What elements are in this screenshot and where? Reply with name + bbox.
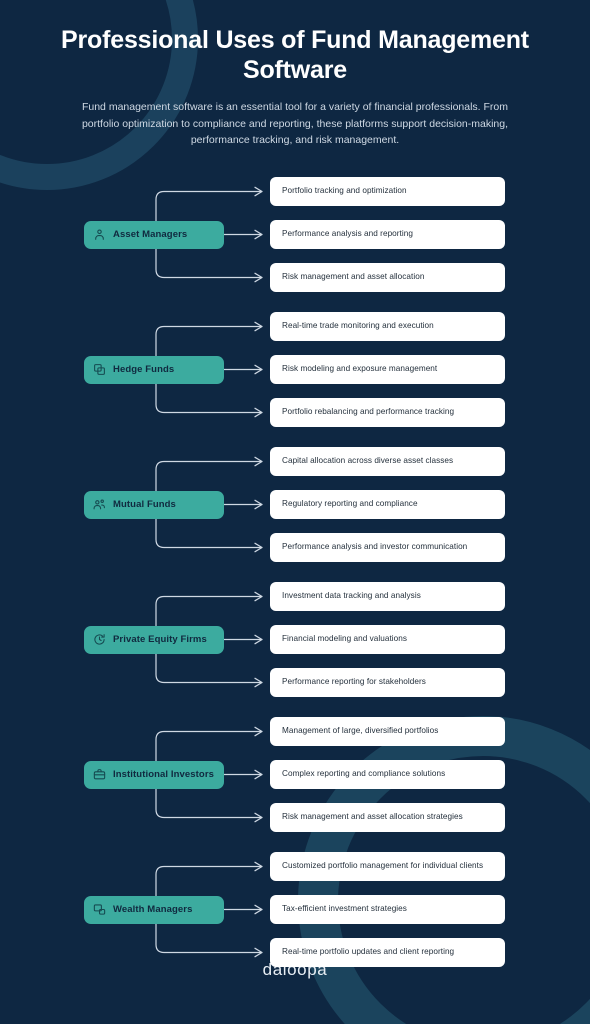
use-case-card-text: Risk modeling and exposure management (282, 363, 438, 373)
use-case-card[interactable]: Management of large, diversified portfol… (270, 716, 505, 746)
group-people-icon (93, 498, 106, 511)
use-case-card[interactable]: Tax-efficient investment strategies (270, 894, 505, 924)
use-case-card[interactable]: Risk management and asset allocation str… (270, 802, 505, 832)
use-case-card-text: Portfolio tracking and optimization (282, 185, 407, 195)
use-case-card[interactable]: Real-time portfolio updates and client r… (270, 937, 505, 967)
use-case-card-text: Risk management and asset allocation str… (282, 811, 463, 821)
group-inner: Asset Managers Portfolio tracking and opt… (0, 175, 590, 310)
group-list: Asset Managers Portfolio tracking and opt… (0, 175, 590, 985)
group-institutional-investors: Institutional Investors Management of lar… (0, 715, 590, 850)
use-case-card[interactable]: Portfolio tracking and optimization (270, 176, 505, 206)
category-pill-label: Mutual Funds (113, 499, 176, 511)
use-case-card-text: Real-time portfolio updates and client r… (282, 946, 455, 956)
use-case-card[interactable]: Risk modeling and exposure management (270, 354, 505, 384)
use-case-card[interactable]: Financial modeling and valuations (270, 624, 505, 654)
category-pill-private-equity-firms[interactable]: Private Equity Firms (84, 625, 224, 654)
use-case-card-text: Complex reporting and compliance solutio… (282, 768, 446, 778)
category-pill-institutional-investors[interactable]: Institutional Investors (84, 760, 224, 789)
use-case-card[interactable]: Capital allocation across diverse asset … (270, 446, 505, 476)
group-inner: Institutional Investors Management of lar… (0, 715, 590, 850)
person-user-icon (93, 228, 106, 241)
group-inner: Hedge Funds Real-time trade monitoring an… (0, 310, 590, 445)
use-case-card-text: Regulatory reporting and compliance (282, 498, 418, 508)
use-case-card[interactable]: Regulatory reporting and compliance (270, 489, 505, 519)
use-case-card[interactable]: Investment data tracking and analysis (270, 581, 505, 611)
category-pill-asset-managers[interactable]: Asset Managers (84, 220, 224, 249)
group-mutual-funds: Mutual Funds Capital allocation across di… (0, 445, 590, 580)
category-pill-label: Wealth Managers (113, 904, 193, 916)
screen-user-icon (93, 903, 106, 916)
use-case-card-text: Performance analysis and investor commun… (282, 541, 468, 551)
use-case-card-text: Tax-efficient investment strategies (282, 903, 407, 913)
infographic-page: Professional Uses of Fund Management Sof… (0, 0, 590, 1024)
use-case-card-text: Capital allocation across diverse asset … (282, 455, 454, 465)
group-hedge-funds: Hedge Funds Real-time trade monitoring an… (0, 310, 590, 445)
use-case-card-text: Management of large, diversified portfol… (282, 725, 439, 735)
category-pill-label: Private Equity Firms (113, 634, 207, 646)
use-case-card[interactable]: Risk management and asset allocation (270, 262, 505, 292)
page-title: Professional Uses of Fund Management Sof… (61, 26, 529, 84)
use-case-card-text: Portfolio rebalancing and performance tr… (282, 406, 455, 416)
group-private-equity-firms: Private Equity Firms Investment data trac… (0, 580, 590, 715)
use-case-card-text: Investment data tracking and analysis (282, 590, 421, 600)
use-case-card[interactable]: Complex reporting and compliance solutio… (270, 759, 505, 789)
category-pill-wealth-managers[interactable]: Wealth Managers (84, 895, 224, 924)
use-case-card-text: Performance reporting for stakeholders (282, 676, 426, 686)
use-case-card[interactable]: Portfolio rebalancing and performance tr… (270, 397, 505, 427)
use-case-card[interactable]: Performance reporting for stakeholders (270, 667, 505, 697)
stacked-coins-icon (93, 363, 106, 376)
category-pill-label: Hedge Funds (113, 364, 175, 376)
use-case-card-text: Real-time trade monitoring and execution (282, 320, 434, 330)
group-inner: Private Equity Firms Investment data trac… (0, 580, 590, 715)
clock-refresh-icon (93, 633, 106, 646)
use-case-card[interactable]: Real-time trade monitoring and execution (270, 311, 505, 341)
use-case-card-text: Performance analysis and reporting (282, 228, 413, 238)
use-case-card-text: Customized portfolio management for indi… (282, 860, 484, 870)
header: Professional Uses of Fund Management Sof… (0, 0, 590, 149)
category-pill-label: Asset Managers (113, 229, 188, 241)
briefcase-icon (93, 768, 106, 781)
use-case-card[interactable]: Performance analysis and investor commun… (270, 532, 505, 562)
category-pill-hedge-funds[interactable]: Hedge Funds (84, 355, 224, 384)
category-pill-label: Institutional Investors (113, 769, 215, 781)
category-pill-mutual-funds[interactable]: Mutual Funds (84, 490, 224, 519)
use-case-card-text: Risk management and asset allocation (282, 271, 425, 281)
use-case-card-text: Financial modeling and valuations (282, 633, 407, 643)
page-subtitle: Fund management software is an essential… (81, 101, 509, 147)
use-case-card[interactable]: Customized portfolio management for indi… (270, 851, 505, 881)
group-asset-managers: Asset Managers Portfolio tracking and opt… (0, 175, 590, 310)
group-inner: Mutual Funds Capital allocation across di… (0, 445, 590, 580)
use-case-card[interactable]: Performance analysis and reporting (270, 219, 505, 249)
